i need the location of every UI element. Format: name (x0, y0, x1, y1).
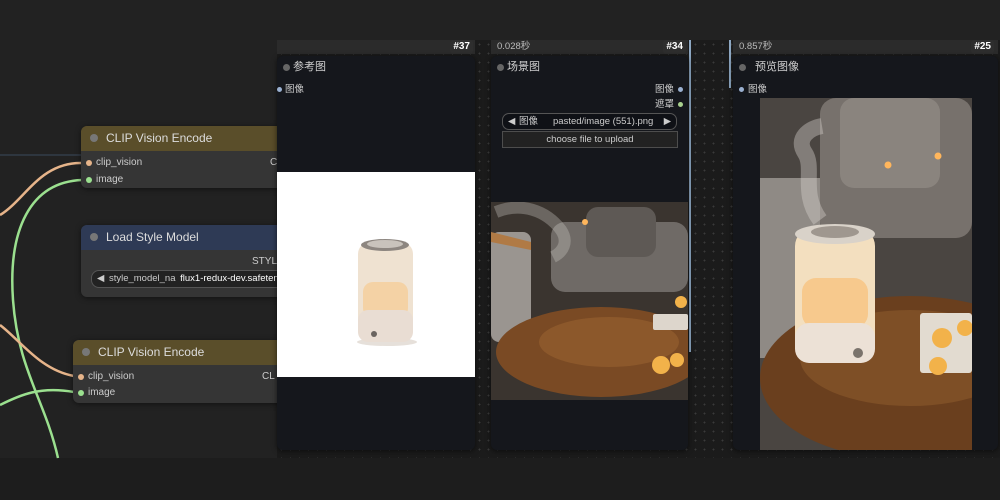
humidifier-base (795, 323, 875, 363)
panel-title: 预览图像 (755, 61, 799, 73)
slot-label: 遮罩 (654, 99, 674, 110)
arrow-left-icon[interactable]: ◀ (92, 273, 104, 284)
load-style-model-node[interactable]: Load Style Model STYL ◀ style_model_na f… (81, 225, 291, 297)
collapse-dot-icon[interactable] (90, 134, 98, 142)
candle-2 (670, 353, 684, 367)
reference-image (277, 172, 475, 377)
warm-light-1 (884, 161, 892, 169)
collapse-dot-icon[interactable] (82, 348, 90, 356)
candle-3 (929, 357, 947, 375)
preview-image (760, 98, 972, 450)
slot-dot-icon (678, 87, 683, 92)
warm-light (582, 219, 588, 225)
humidifier-base (358, 310, 413, 342)
wire-image-2 (0, 388, 75, 407)
preview-panel-strip: 0.857秒 #25 (733, 40, 998, 54)
input-slot-clip-vision[interactable]: clip_vision (86, 156, 142, 170)
input-slot-image[interactable]: image (86, 173, 123, 187)
slot-label: 图像 (285, 84, 305, 95)
slot-label: 图像 (654, 84, 674, 95)
widget-label: style_model_na (108, 273, 176, 284)
node-title: Load Style Model (106, 230, 199, 244)
humidifier-top-ring (367, 240, 403, 248)
output-slot-image[interactable]: 图像 (277, 84, 305, 96)
humidifier-glow (802, 278, 868, 328)
preview-image-panel[interactable]: 预览图像 图像 (733, 56, 998, 450)
warm-light-2 (934, 152, 942, 160)
output-slot-label[interactable]: CL (262, 370, 275, 384)
collapse-dot-icon[interactable] (283, 64, 290, 71)
panel-header[interactable]: 参考图 (277, 56, 475, 78)
candle-3 (675, 296, 687, 308)
execution-time: 0.857秒 (739, 41, 773, 52)
node-id-badge: #34 (663, 40, 686, 54)
slot-dot-icon (78, 390, 84, 396)
slot-dot-icon (678, 102, 683, 107)
panel-title: 参考图 (293, 61, 326, 73)
choose-file-upload-button[interactable]: choose file to upload (502, 131, 678, 148)
arrow-right-icon[interactable]: ▶ (664, 114, 671, 129)
slot-label: clip_vision (96, 157, 143, 168)
link-line (689, 40, 691, 352)
input-slot-image[interactable]: image (78, 386, 115, 400)
input-slot-image[interactable]: 图像 (739, 84, 768, 96)
workflow-canvas[interactable]: CLIP Vision Encode clip_vision image CL … (0, 0, 1000, 500)
node-title: CLIP Vision Encode (106, 131, 213, 145)
scene-image-panel[interactable]: 场景图 图像 遮罩 ◀ 图像 pasted/image (551).png ▶ … (491, 56, 688, 450)
slot-dot-icon (78, 374, 84, 380)
output-slot-label[interactable]: STYL (252, 255, 277, 269)
canvas-bottom-band (0, 458, 1000, 500)
slot-label: image (88, 387, 116, 398)
slot-dot-icon (277, 87, 282, 92)
arrow-left-icon[interactable]: ◀ (508, 114, 515, 129)
slot-dot-icon (86, 160, 92, 166)
image-file-select[interactable]: ◀ 图像 pasted/image (551).png ▶ (502, 113, 677, 130)
output-slot-image[interactable]: 图像 (654, 84, 683, 96)
panel-header[interactable]: 预览图像 (733, 56, 998, 78)
collapse-dot-icon[interactable] (497, 64, 504, 71)
reference-panel-strip: #37 (277, 40, 475, 54)
input-slot-clip-vision[interactable]: clip_vision (78, 370, 134, 384)
wire-image-1 (11, 178, 83, 459)
node-id-badge: #25 (971, 40, 994, 54)
node-title: CLIP Vision Encode (98, 345, 205, 359)
candle-1 (932, 328, 952, 348)
slot-label: clip_vision (88, 371, 135, 382)
panel-title: 场景图 (507, 61, 540, 73)
style-model-name-widget[interactable]: ◀ style_model_na flux1-redux-dev.safeten (91, 270, 291, 288)
slot-dot-icon (86, 177, 92, 183)
panel-header[interactable]: 场景图 (491, 56, 688, 78)
candle-1 (652, 356, 670, 374)
sofa-cushion (840, 98, 940, 188)
humidifier-knob (371, 331, 377, 337)
humidifier-nozzle (811, 226, 859, 238)
sofa-cushion (586, 207, 656, 257)
select-value: pasted/image (551).png (553, 116, 654, 127)
node-title-bar[interactable]: CLIP Vision Encode (73, 340, 291, 365)
reference-image-panel[interactable]: 参考图 图像 (277, 56, 475, 450)
humidifier-knob (853, 348, 863, 358)
slot-label: image (96, 174, 124, 185)
collapse-dot-icon[interactable] (90, 233, 98, 241)
link-line (729, 40, 731, 88)
clip-vision-encode-node-2[interactable]: CLIP Vision Encode clip_vision image CL (73, 340, 291, 403)
output-slot-mask[interactable]: 遮罩 (654, 99, 683, 111)
node-id-badge: #37 (450, 40, 473, 54)
tray (653, 314, 688, 330)
scene-panel-strip: 0.028秒 #34 (491, 40, 688, 54)
wire-clip-vision-1 (0, 161, 83, 217)
node-title-bar[interactable]: CLIP Vision Encode (81, 126, 291, 151)
scene-image (491, 202, 688, 400)
clip-vision-encode-node-1[interactable]: CLIP Vision Encode clip_vision image CL (81, 126, 291, 188)
select-label: 图像 (519, 116, 539, 127)
collapse-dot-icon[interactable] (739, 64, 746, 71)
wire-clip-vision-2 (0, 324, 75, 378)
widget-value: flux1-redux-dev.safeten (180, 273, 279, 284)
slot-dot-icon (739, 87, 744, 92)
slot-label: 图像 (748, 84, 768, 95)
execution-time: 0.028秒 (497, 41, 531, 52)
node-title-bar[interactable]: Load Style Model (81, 225, 291, 250)
